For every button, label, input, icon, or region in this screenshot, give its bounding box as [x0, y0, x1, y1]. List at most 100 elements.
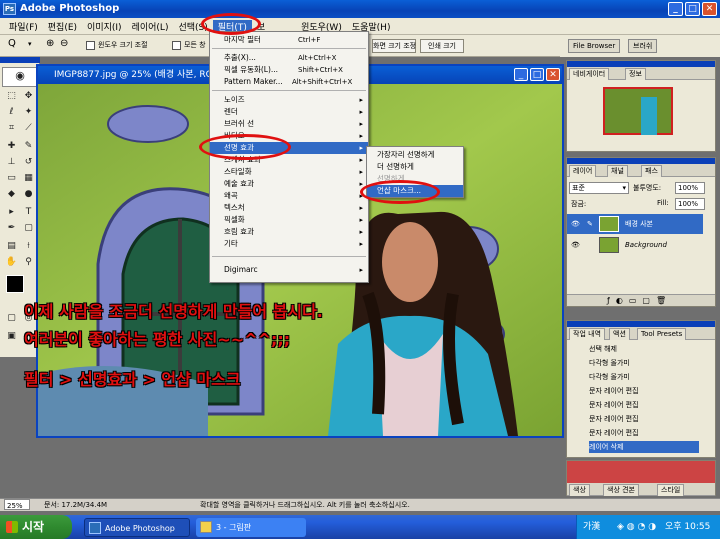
tab-paths[interactable]: 패스 [641, 165, 662, 177]
menu-item-pixelate[interactable]: 픽셀화 ▸ [210, 214, 368, 226]
print-size-button[interactable]: 인쇄 크기 [420, 39, 464, 53]
mask-icon[interactable]: ◐ [616, 296, 629, 305]
menu-item-pattern-maker[interactable]: Pattern Maker... Alt+Shift+Ctrl+X [210, 76, 368, 88]
fill-field[interactable]: 100% [675, 198, 705, 210]
menu-item-last-filter[interactable]: 마지막 필터 Ctrl+F [210, 34, 368, 46]
new-layer-icon[interactable]: ▢ [642, 296, 656, 305]
opacity-field[interactable]: 100% [675, 182, 705, 194]
zoom-in-icon[interactable]: ⊕ [46, 38, 54, 49]
healing-brush-icon[interactable]: ✚ [4, 139, 19, 154]
standard-mode-icon[interactable]: ▢ [4, 311, 19, 326]
lasso-tool-icon[interactable]: ℓ [4, 105, 19, 120]
start-button[interactable]: 시작 [0, 515, 72, 539]
tab-color[interactable]: 색상 [569, 484, 590, 496]
gradient-tool-icon[interactable]: ▦ [21, 171, 36, 186]
menu-layer[interactable]: 레이어(L) [127, 20, 174, 33]
blur-tool-icon[interactable]: ◆ [4, 187, 19, 202]
new-set-icon[interactable]: ▭ [629, 296, 643, 305]
move-tool-icon[interactable]: ✥ [21, 89, 36, 104]
clock[interactable]: 오후 10:55 [665, 515, 710, 539]
type-tool-icon[interactable]: T [21, 205, 36, 220]
brush-tool-icon[interactable]: ✎ [21, 139, 36, 154]
menu-item-noise[interactable]: 노이즈 ▸ [210, 94, 368, 106]
resize-windows-checkbox[interactable] [86, 41, 95, 50]
tab-navigator[interactable]: 네비게이터 [569, 68, 610, 80]
history-item[interactable]: 선택 해제 [589, 343, 699, 355]
eraser-tool-icon[interactable]: ▭ [4, 171, 19, 186]
pen-tool-icon[interactable]: ✒ [4, 221, 19, 236]
menu-item-artistic[interactable]: 예술 효과 ▸ [210, 178, 368, 190]
zoom-all-checkbox[interactable] [172, 41, 181, 50]
history-item[interactable]: 다각형 올가미 [589, 371, 699, 383]
history-item[interactable]: 문자 레이어 편집 [589, 385, 699, 397]
hand-tool-icon[interactable]: ✋ [4, 255, 19, 270]
slice-tool-icon[interactable]: ⟋ [21, 121, 36, 136]
foreground-color-swatch[interactable] [6, 275, 24, 293]
zoom-tool-icon[interactable]: Q [8, 38, 16, 49]
submenu-sharpen-edges[interactable]: 가장자리 선명하게 [367, 149, 463, 161]
chevron-down-icon[interactable]: ▾ [28, 40, 32, 48]
marquee-tool-icon[interactable]: ⬚ [4, 89, 19, 104]
doc-minimize-button[interactable]: _ [514, 68, 528, 81]
shape-tool-icon[interactable]: ▢ [21, 221, 36, 236]
menu-item-liquify[interactable]: 픽셀 유동화(L)... Shift+Ctrl+X [210, 64, 368, 76]
history-item-selected[interactable]: 레이어 삭제 [589, 441, 699, 453]
tab-tool-presets[interactable]: Tool Presets [637, 328, 687, 340]
eye-icon[interactable]: 👁 [571, 214, 580, 234]
history-item[interactable]: 문자 레이어 편집 [589, 427, 699, 439]
menu-item-render[interactable]: 렌더 ▸ [210, 106, 368, 118]
menu-item-blur[interactable]: 흐림 효과 ▸ [210, 226, 368, 238]
eyedropper-icon[interactable]: ⟊ [21, 239, 36, 254]
menu-item-distort[interactable]: 왜곡 ▸ [210, 190, 368, 202]
menu-edit[interactable]: 편집(E) [43, 20, 82, 33]
menu-item-digimarc[interactable]: Digimarc ▸ [210, 264, 368, 276]
navigator-thumbnail[interactable] [603, 87, 673, 135]
menu-image[interactable]: 이미지(I) [82, 20, 127, 33]
layer-style-icon[interactable]: ƒ [607, 296, 616, 305]
menu-file[interactable]: 파일(F) [4, 20, 43, 33]
magic-wand-icon[interactable]: ✦ [21, 105, 36, 120]
crop-tool-icon[interactable]: ⌗ [4, 121, 19, 136]
tab-swatches[interactable]: 색상 견본 [603, 484, 639, 496]
eye-icon[interactable]: 👁 [571, 235, 580, 255]
blend-mode-select[interactable]: 표준 ▾ [569, 182, 629, 194]
ime-indicator[interactable]: 가漢 [583, 515, 600, 539]
doc-maximize-button[interactable]: □ [530, 68, 544, 81]
taskbar-paint[interactable]: 3 - 그림판 [196, 518, 306, 537]
history-item[interactable]: 문자 레이어 편집 [589, 399, 699, 411]
menu-item-brush-strokes[interactable]: 브러쉬 선 ▸ [210, 118, 368, 130]
close-button[interactable]: ✕ [702, 2, 717, 16]
dodge-tool-icon[interactable]: ● [21, 187, 36, 202]
zoom-field[interactable]: 25% [4, 499, 30, 510]
menu-item-extract[interactable]: 추출(X)... Alt+Ctrl+X [210, 52, 368, 64]
layer-row-copy[interactable]: 👁 ✎ 배경 사본 [567, 214, 703, 234]
app-title-bar[interactable]: Ps Adobe Photoshop _ □ ✕ [0, 0, 720, 18]
screen-mode-icon[interactable]: ▣ [4, 329, 19, 344]
tab-info[interactable]: 정보 [625, 68, 646, 80]
maximize-button[interactable]: □ [685, 2, 700, 16]
tray-icons[interactable]: ◈ ◍ ◔ ◑ [617, 515, 656, 539]
trash-icon[interactable]: 🗑 [656, 296, 672, 305]
notes-tool-icon[interactable]: ▤ [4, 239, 19, 254]
minimize-button[interactable]: _ [668, 2, 683, 16]
fit-screen-button[interactable]: 화면 크기 조정 [372, 39, 416, 53]
submenu-sharpen-more[interactable]: 더 선명하게 [367, 161, 463, 173]
stamp-tool-icon[interactable]: ⊥ [4, 155, 19, 170]
taskbar-photoshop[interactable]: Adobe Photoshop [84, 518, 190, 537]
layer-row-background[interactable]: 👁 Background [567, 235, 703, 255]
tab-history[interactable]: 작업 내역 [569, 328, 605, 340]
adobe-eye-icon[interactable]: ◉ [2, 67, 38, 87]
tab-layers[interactable]: 레이어 [569, 165, 597, 177]
tab-channels[interactable]: 채널 [607, 165, 628, 177]
menu-item-other[interactable]: 기타 ▸ [210, 238, 368, 250]
brushes-tab[interactable]: 브러쉬 [628, 39, 658, 53]
doc-close-button[interactable]: ✕ [546, 68, 560, 81]
file-browser-tab[interactable]: File Browser [568, 39, 621, 53]
path-select-icon[interactable]: ▸ [4, 205, 19, 220]
menu-item-texture[interactable]: 텍스처 ▸ [210, 202, 368, 214]
brush-link-icon[interactable]: ✎ [587, 214, 593, 234]
menu-hidden[interactable]: (W) [270, 21, 296, 31]
tab-styles[interactable]: 스타일 [657, 484, 685, 496]
zoom-out-icon[interactable]: ⊖ [60, 38, 68, 49]
tab-actions[interactable]: 액션 [609, 328, 630, 340]
